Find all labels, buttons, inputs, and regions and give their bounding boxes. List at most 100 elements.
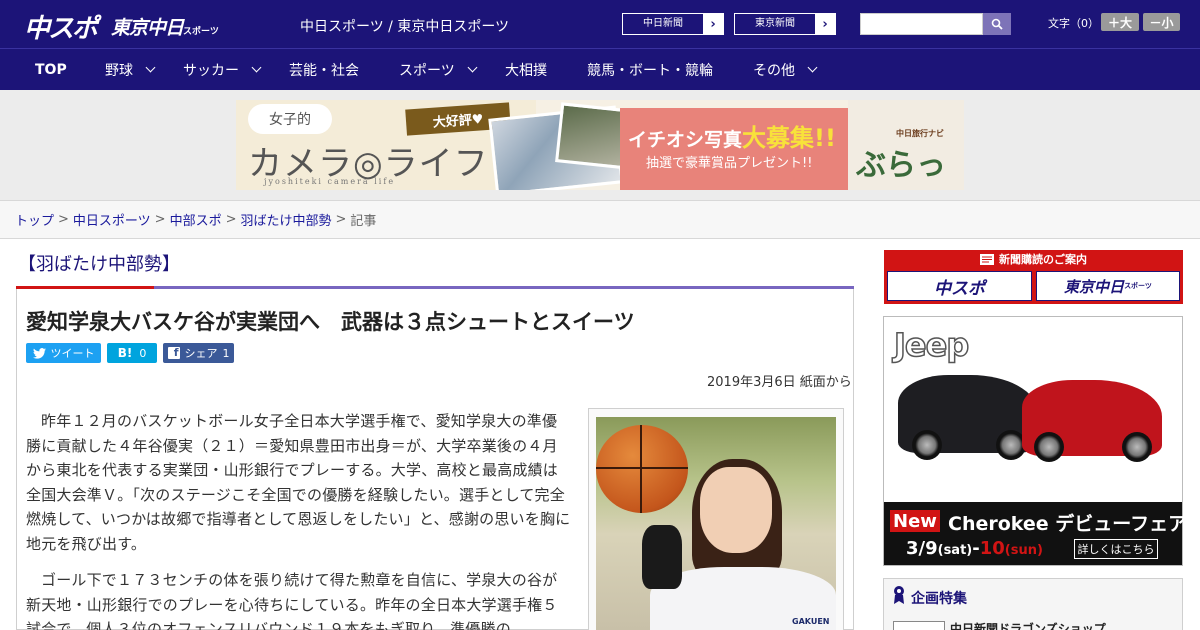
chevron-right-icon: › <box>703 14 723 34</box>
banner-joshi-bubble: 女子的 <box>248 104 332 134</box>
nav-label: 大相撲 <box>505 62 547 79</box>
article-paragraph: ゴール下で１７３センチの体を張り続けて得た勲章を自信に、学泉大の谷が新天地・山形… <box>26 571 558 630</box>
nav-item-racing[interactable]: 競馬・ボート・競輪 <box>587 49 713 90</box>
nav-item-sumo[interactable]: 大相撲 <box>505 49 547 90</box>
chevron-right-icon: › <box>815 14 835 34</box>
nav-item-top[interactable]: TOP <box>35 49 67 90</box>
wheel-graphic <box>1034 432 1064 462</box>
breadcrumb-sep: > <box>58 212 69 227</box>
font-size-label: 文字（0） <box>1048 17 1099 30</box>
photo-jacket-text: GAKUEN <box>792 617 830 626</box>
date-b: 10 <box>979 538 1005 559</box>
main-nav: TOP 野球 サッカー 芸能・社会 スポーツ 大相撲 競馬・ボート・競輪 その他 <box>0 48 1200 90</box>
search-input[interactable] <box>860 13 983 35</box>
nav-label: その他 <box>753 62 795 79</box>
subscribe-tokyo-label: 東京中日 <box>1064 277 1125 296</box>
breadcrumb: トップ > 中日スポーツ > 中部スポ > 羽ばたけ中部勢 > 記事 <box>0 200 1200 239</box>
hatena-count: 0 <box>139 346 147 360</box>
twitter-bird-icon <box>32 347 46 359</box>
chevron-down-icon <box>807 62 818 73</box>
chevron-down-icon <box>467 62 478 73</box>
photo-player-hand <box>642 525 682 589</box>
breadcrumb-sep: > <box>225 212 237 227</box>
subscribe-tokyo-suffix: スポーツ <box>1124 282 1152 290</box>
subscribe-chuspo-button[interactable]: 中スポ <box>887 271 1032 301</box>
article-paragraph: 昨年１２月のバスケットボール女子全日本大学選手権で、愛知学泉大の準優勝に貢献した… <box>26 412 571 553</box>
article-headline: 愛知学泉大バスケ谷が実業団へ 武器は３点シュートとスイーツ <box>26 310 635 334</box>
date-dash: - <box>972 538 980 559</box>
font-larger-button[interactable]: ＋大 <box>1101 13 1139 31</box>
date-a: 3/9 <box>906 538 938 559</box>
nav-label: サッカー <box>183 62 239 79</box>
facebook-share-label: シェア <box>184 347 218 360</box>
nav-item-other[interactable]: その他 <box>753 49 818 90</box>
tokyo-shimbun-link[interactable]: 東京新聞 › <box>734 13 836 35</box>
banner-subtitle: jyoshiteki camera life <box>264 177 396 186</box>
banner-daiboshu: 大募集!! <box>742 124 836 152</box>
nav-item-entertainment[interactable]: 芸能・社会 <box>289 49 359 90</box>
banner-chusen-text: 抽選で豪華賞品プレゼント!! <box>646 156 813 171</box>
nav-label: 競馬・ボート・競輪 <box>587 62 713 79</box>
photo-player-face <box>700 467 772 553</box>
date-b-day: (sun) <box>1004 543 1043 558</box>
banner-ichioshi: イチオシ写真 <box>628 129 743 151</box>
article-date: 2019年3月6日 紙面から <box>707 375 852 390</box>
camera-life-banner-ad[interactable]: 女子的 カメラ◎ライフ jyoshiteki camera life 大好評♥ … <box>236 100 964 190</box>
feature-thumbnail[interactable] <box>893 621 945 630</box>
chevron-down-icon <box>145 62 156 73</box>
date-a-day: (sat) <box>937 543 973 558</box>
nav-item-soccer[interactable]: サッカー <box>183 49 262 90</box>
banner-ichioshi-text: イチオシ写真大募集!! <box>628 118 836 153</box>
tweet-label: ツイート <box>50 347 95 360</box>
breadcrumb-chubu-spo[interactable]: 中部スポ <box>170 210 222 229</box>
nav-label: 芸能・社会 <box>289 62 359 79</box>
wheel-graphic <box>912 430 942 460</box>
facebook-icon: f <box>167 346 180 359</box>
facebook-share-button[interactable]: f シェア 1 <box>163 343 234 363</box>
font-smaller-button[interactable]: －小 <box>1143 13 1180 31</box>
feature-item-link[interactable]: 中日新聞ドラゴンズショップ <box>950 620 1106 630</box>
breadcrumb-chunichi-sports[interactable]: 中日スポーツ <box>73 210 151 229</box>
nav-label: スポーツ <box>399 62 455 79</box>
chunichi-shimbun-link[interactable]: 中日新聞 › <box>622 13 724 35</box>
jeep-new-tag: New <box>890 510 940 532</box>
jeep-fair-dates: 3/9(sat)-10(sun) <box>906 538 1043 559</box>
subscription-title: 新聞購読のご案内 <box>884 250 1183 268</box>
photo-basketball <box>596 425 688 513</box>
nav-label: TOP <box>35 61 67 78</box>
photo-ball-seam <box>596 467 688 469</box>
logo-tokyo-suffix: スポーツ <box>183 27 219 37</box>
wheel-graphic <box>1122 432 1152 462</box>
logo-chunichi-sports[interactable]: 中スポ <box>24 8 98 45</box>
photo-ball-seam <box>640 425 642 513</box>
newspaper-icon <box>980 253 994 265</box>
article-photo[interactable]: GAKUEN <box>596 417 836 630</box>
section-title[interactable]: 【羽ばたけ中部勢】 <box>18 250 180 276</box>
feature-title: 企画特集 <box>911 591 967 607</box>
jeep-cherokee-title: Cherokee デビューフェア <box>948 513 1188 535</box>
site-title: 中日スポーツ / 東京中日スポーツ <box>300 19 510 35</box>
breadcrumb-top[interactable]: トップ <box>15 210 54 229</box>
breadcrumb-current: 記事 <box>350 214 377 229</box>
tweet-button[interactable]: ツイート <box>26 343 101 363</box>
hatena-bookmark-button[interactable]: B! 0 <box>107 343 157 363</box>
chunichi-shimbun-label: 中日新聞 <box>643 18 683 29</box>
nav-label: 野球 <box>105 62 133 79</box>
logo-tokyo-chunichi[interactable]: 東京中日スポーツ <box>111 13 219 40</box>
breadcrumb-sep: > <box>335 212 347 227</box>
tokyo-shimbun-label: 東京新聞 <box>755 18 795 29</box>
jeep-detail-button[interactable]: 詳しくはこちら <box>1074 539 1158 559</box>
nav-item-baseball[interactable]: 野球 <box>105 49 156 90</box>
banner-nabi-text: 中日旅行ナビ <box>896 129 944 138</box>
breadcrumb-sep: > <box>154 212 166 227</box>
search-button[interactable] <box>983 13 1011 35</box>
hatena-b-icon: B! <box>117 346 133 360</box>
breadcrumb-habatake[interactable]: 羽ばたけ中部勢 <box>241 210 332 229</box>
nav-item-sports[interactable]: スポーツ <box>399 49 478 90</box>
jeep-logo: Jeep <box>893 325 970 365</box>
chevron-down-icon <box>251 62 262 73</box>
banner-burattsu-logo: ぶらっ人 <box>856 148 946 183</box>
facebook-count: 1 <box>222 346 230 360</box>
subscribe-tokyo-chunichi-button[interactable]: 東京中日 スポーツ <box>1036 271 1180 301</box>
banner-zone: 女子的 カメラ◎ライフ jyoshiteki camera life 大好評♥ … <box>0 90 1200 200</box>
